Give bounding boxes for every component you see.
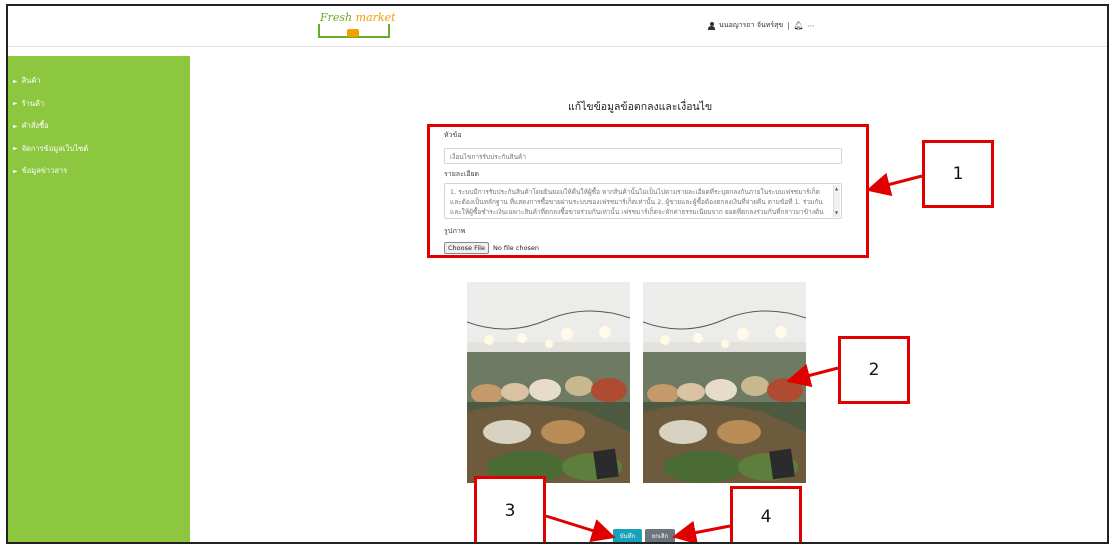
user-icon (708, 21, 715, 30)
user-name[interactable]: นนอญารถา จันทร์สุข (719, 20, 783, 31)
sidebar-item-label: จัดการข้อมูลเว็บไซต์ (21, 143, 89, 153)
sidebar-item-label: คำสั่งซื้อ (21, 121, 49, 131)
caret-right-icon: ► (13, 100, 18, 108)
market-photo (467, 282, 630, 483)
annotation-label-3: 3 (474, 476, 546, 542)
annotation-label-1: 1 (922, 140, 994, 208)
sidebar-item-products[interactable]: ► สินค้า (8, 70, 190, 93)
annotation-label-4: 4 (730, 486, 802, 542)
save-button[interactable]: บันทึก (613, 529, 642, 542)
sidebar-item-shops[interactable]: ► ร้านค้า (8, 93, 190, 116)
sidebar-item-label: ร้านค้า (21, 98, 45, 108)
annotation-highlight-form (427, 124, 869, 258)
product-image-preview-1 (467, 282, 630, 483)
browser-frame: Fresh market นนอญารถา จันทร์สุข | 🔔︎ ⋯ ►… (6, 4, 1109, 544)
market-photo (643, 282, 806, 483)
arrow-3 (545, 514, 616, 542)
logo-bag-icon (347, 29, 359, 37)
caret-right-icon: ► (13, 122, 18, 130)
cancel-button[interactable]: ยกเลิก (645, 529, 675, 542)
sidebar-item-label: ข้อมูลข่าวสาร (21, 166, 68, 176)
caret-right-icon: ► (13, 77, 18, 85)
caret-right-icon: ► (13, 167, 18, 175)
arrow-1 (866, 172, 923, 197)
sidebar: ► สินค้า ► ร้านค้า ► คำสั่งซื้อ ► จัดการข้อม… (8, 56, 190, 542)
user-menu[interactable]: นนอญารถา จันทร์สุข | 🔔︎ ⋯ (708, 20, 815, 31)
separator: | (787, 21, 790, 30)
page-title: แก้ไขข้อมูลข้อตกลงและเงื่อนไข (568, 101, 713, 113)
caret-right-icon: ► (13, 145, 18, 153)
sidebar-item-website-settings[interactable]: ► จัดการข้อมูลเว็บไซต์ (8, 138, 190, 161)
sidebar-item-news[interactable]: ► ข้อมูลข่าวสาร (8, 160, 190, 183)
product-image-preview-2 (643, 282, 806, 483)
sidebar-item-orders[interactable]: ► คำสั่งซื้อ (8, 115, 190, 138)
annotation-label-2: 2 (838, 336, 910, 404)
sidebar-item-label: สินค้า (21, 76, 41, 86)
fresh-market-logo[interactable]: Fresh market (314, 8, 396, 43)
top-navbar: Fresh market นนอญารถา จันทร์สุข | 🔔︎ ⋯ (8, 6, 1107, 47)
logo-text: Fresh market (320, 11, 396, 24)
bell-icon[interactable]: 🔔︎ (794, 21, 804, 30)
more-icon[interactable]: ⋯ (808, 22, 815, 30)
arrow-4 (672, 520, 731, 542)
